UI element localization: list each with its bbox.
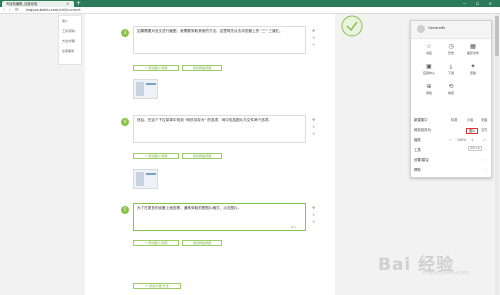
step-text-active[interactable]: 为了在更多的设备上面查看，通常采取的是图片格式，点击图片。	[133, 203, 306, 231]
menu-restore[interactable]: ⟲ 恢复	[441, 83, 461, 99]
insert-video-button[interactable]: 添加网络视频	[182, 153, 222, 159]
clock-icon: ◷	[448, 43, 454, 50]
menu-item-label: 历史	[447, 51, 454, 55]
skin-icon: ✦	[470, 63, 476, 70]
step-image-thumbnail[interactable]	[133, 79, 158, 99]
menu-downloads[interactable]: ⤓ 下载	[441, 63, 461, 79]
baidu-watermark-url: jingyan.baidu.com	[423, 270, 470, 276]
fullscreen-icon[interactable]: ⤢	[483, 138, 486, 143]
new-window-standard[interactable]: 标准	[451, 118, 457, 123]
chevron-right-icon: ›	[485, 148, 487, 152]
insert-video-button[interactable]: 添加网络视频	[182, 240, 222, 246]
outline-item-intro[interactable]: 简介	[59, 16, 81, 26]
menu-item-label: 添加	[425, 91, 432, 95]
address-bar: ‹ › ⟳ jingyan.baidu.com/edit/content	[0, 7, 500, 14]
add-step-icon[interactable]: +	[312, 131, 315, 136]
scrollbar-track[interactable]	[495, 14, 499, 295]
step-text[interactable]: 然后，在这个下拉菜单中找到 "网页另存为" 的选项，网中包括图片与文件两个选项。	[133, 115, 306, 143]
menu-zoom: 缩放	[414, 138, 421, 142]
menu-item-label: 应用中心	[422, 71, 435, 75]
zoom-out-icon[interactable]: −	[449, 138, 452, 143]
delete-step-icon[interactable]: ×	[312, 35, 315, 40]
menu-cache[interactable]: ▦ 缓存文件	[463, 43, 483, 59]
save-as-image-option[interactable]: 图片	[466, 128, 479, 134]
cache-icon: ▦	[470, 43, 476, 50]
url-host: jingyan.baidu.com	[26, 8, 59, 12]
step-number: 3	[121, 29, 129, 37]
add-step-icon[interactable]: +	[312, 219, 315, 224]
forward-icon[interactable]: ›	[9, 7, 11, 14]
url-path: /edit/content	[58, 8, 81, 12]
menu-item-label: 恢复	[447, 91, 454, 95]
download-icon: ⤓	[449, 63, 453, 70]
delete-step-icon[interactable]: ×	[312, 124, 315, 129]
menu-item-label: 皮肤	[469, 71, 476, 75]
menu-new-window[interactable]: 新建窗口	[414, 118, 428, 123]
menu-skins[interactable]: ✦ 皮肤	[463, 63, 483, 79]
menu-item-label: 书签	[425, 51, 432, 55]
restore-icon: ⟲	[448, 83, 454, 90]
menu-settings[interactable]: 设置/建议	[414, 158, 429, 163]
feedback-icon	[341, 15, 363, 37]
tab-bar	[0, 0, 500, 7]
move-icon[interactable]: ✥	[312, 117, 315, 122]
apps-icon: ▣	[426, 63, 432, 70]
outline-item-steps[interactable]: 方法/步骤	[59, 36, 81, 46]
step-number: 4	[121, 118, 129, 126]
menu-history[interactable]: ◷ 历史	[441, 43, 461, 59]
refresh-icon[interactable]: ⟳	[15, 7, 19, 14]
menu-item-label: 下载	[447, 71, 454, 75]
scrollbar-thumb[interactable]	[495, 16, 499, 56]
add-icon: ⊕	[426, 83, 432, 90]
step-text[interactable]: 如果需要对全文进行截图，就需要采取其他的方法。这里再先点击浏览器上的 "三" 三…	[133, 26, 306, 54]
add-step-icon[interactable]: +	[312, 42, 315, 47]
new-window-incognito[interactable]: 无痕	[481, 118, 487, 123]
zoom-value: 100%	[457, 138, 467, 142]
insert-image-button[interactable]: + 添加图片/视频	[133, 240, 179, 246]
window-controls[interactable]: — ☐ ✕	[463, 0, 496, 7]
delete-step-icon[interactable]: ×	[312, 212, 315, 217]
move-icon[interactable]: ✥	[312, 205, 315, 210]
menu-save-page[interactable]: 网页另存为	[414, 128, 431, 133]
char-counter: 0 ▯	[291, 225, 296, 229]
outline-nav: 简介 工具/原料 方法/步骤 注意事项	[58, 15, 82, 65]
step-number: 5	[121, 206, 129, 214]
zoom-in-icon[interactable]: +	[471, 138, 474, 143]
shortcut-tooltip: (Ctrl+S)	[468, 146, 482, 151]
new-tab-button[interactable]: +	[76, 0, 81, 7]
menu-item-label: 缓存文件	[466, 51, 479, 55]
menu-help[interactable]: 帮助	[414, 168, 421, 173]
insert-image-button[interactable]: + 添加图片/视频	[133, 65, 179, 71]
add-step-button[interactable]: + 添加步骤/方法	[133, 283, 181, 289]
save-as-file-option[interactable]: 文件	[481, 128, 487, 133]
move-icon[interactable]: ✥	[312, 28, 315, 33]
outline-item-tools[interactable]: 工具/原料	[59, 26, 81, 36]
step-image-thumbnail[interactable]	[133, 169, 158, 189]
url-field[interactable]: jingyan.baidu.com/edit/content	[26, 7, 81, 14]
avatar[interactable]	[417, 25, 425, 33]
menu-bookmarks[interactable]: ☆ 书签	[419, 43, 439, 59]
insert-image-button[interactable]: + 添加图片/视频	[133, 153, 179, 159]
menu-tools[interactable]: 工具	[414, 148, 421, 153]
help-widget[interactable]	[340, 14, 364, 74]
new-window-small[interactable]: 小窗	[467, 118, 473, 123]
insert-video-button[interactable]: 添加网络视频	[182, 65, 222, 71]
menu-add[interactable]: ⊕ 添加	[419, 83, 439, 99]
outline-item-notes[interactable]: 注意事项	[59, 46, 81, 56]
chevron-right-icon: ›	[485, 158, 487, 162]
menu-apps[interactable]: ▣ 应用中心	[419, 63, 439, 79]
user-name[interactable]: GeneralKr	[428, 26, 446, 30]
browser-menu: GeneralKr ☆ 书签 ◷ 历史 ▦ 缓存文件 ▣ 应用中心 ⤓ 下载 ✦ 皮肤 ⊕ 添…	[410, 20, 492, 178]
star-icon: ☆	[426, 43, 432, 50]
back-icon[interactable]: ‹	[3, 7, 5, 14]
chevron-right-icon: ›	[485, 168, 487, 172]
